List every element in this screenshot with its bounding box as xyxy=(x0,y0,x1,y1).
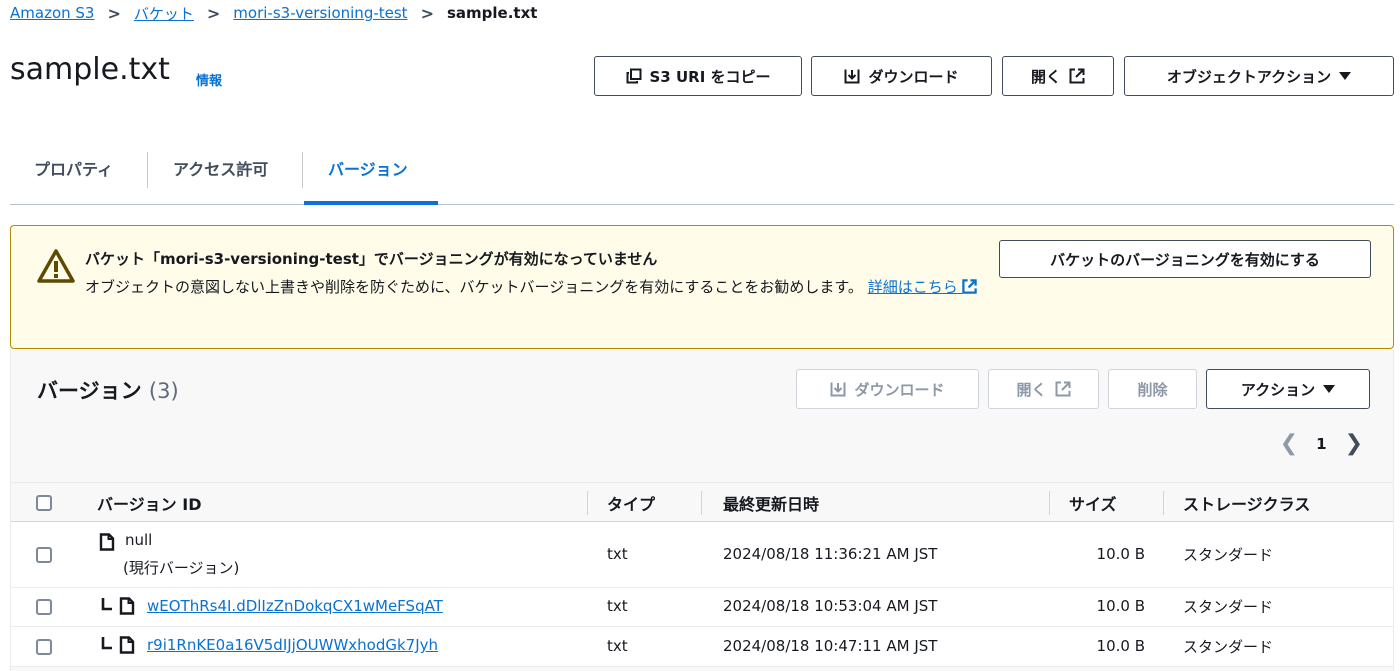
storage-class-cell: スタンダード xyxy=(1183,546,1274,564)
table-row[interactable]: null (現行バージョン) txt 2024/08/18 11:36:21 A… xyxy=(11,522,1393,588)
versions-actions-label: アクション xyxy=(1240,380,1316,399)
column-divider xyxy=(1049,491,1050,515)
column-divider xyxy=(587,491,588,515)
column-size[interactable]: サイズ xyxy=(1069,483,1117,523)
version-branch-icon xyxy=(101,598,112,611)
column-divider xyxy=(1163,491,1164,515)
breadcrumb: Amazon S3 > バケット > mori-s3-versioning-te… xyxy=(10,2,537,24)
object-actions-label: オブジェクトアクション xyxy=(1166,67,1332,86)
tab-properties[interactable]: プロパティ xyxy=(34,132,113,204)
chevron-right-icon: > xyxy=(206,3,221,23)
versions-count: (3) xyxy=(148,379,179,403)
previous-page-icon[interactable]: ❮ xyxy=(1280,431,1298,456)
active-tab-indicator xyxy=(304,201,438,205)
versions-panel: バージョン (3) ダウンロード 開く 削除 アクション ❮ 1 ❯ バージョン… xyxy=(10,349,1394,671)
alert-body: オブジェクトの意図しない上書きや削除を防ぐために、バケットバージョニングを有効に… xyxy=(85,274,985,301)
versions-title: バージョン (3) xyxy=(37,375,179,405)
type-cell: txt xyxy=(607,545,628,563)
external-link-icon xyxy=(962,279,978,294)
row-checkbox[interactable] xyxy=(36,547,52,563)
external-link-icon xyxy=(1055,381,1070,397)
size-cell: 10.0 B xyxy=(1096,597,1145,615)
info-link[interactable]: 情報 xyxy=(196,70,222,89)
download-icon xyxy=(844,69,860,84)
download-label: ダウンロード xyxy=(868,67,959,86)
download-button[interactable]: ダウンロード xyxy=(811,56,992,96)
versions-open-button[interactable]: 開く xyxy=(988,369,1099,409)
last-modified-cell: 2024/08/18 10:47:11 AM JST xyxy=(723,637,938,655)
tab-bar: プロパティ アクセス許可 バージョン xyxy=(10,132,1394,205)
file-icon xyxy=(99,533,115,551)
versioning-warning-alert: バケット「mori-s3-versioning-test」でバージョニングが有効… xyxy=(10,225,1394,349)
breadcrumb-amazon-s3[interactable]: Amazon S3 xyxy=(10,4,94,22)
storage-class-cell: スタンダード xyxy=(1183,598,1274,616)
copy-s3-uri-button[interactable]: S3 URI をコピー xyxy=(594,56,802,96)
versions-actions-button[interactable]: アクション xyxy=(1206,369,1370,409)
open-label: 開く xyxy=(1030,67,1061,86)
select-all-checkbox[interactable] xyxy=(36,495,52,511)
learn-more-label: 詳細はこちら xyxy=(867,278,958,296)
version-id-link[interactable]: r9i1RnKE0a16V5dIJjOUWWxhodGk7Jyh xyxy=(147,636,438,654)
tab-divider xyxy=(302,152,303,188)
version-branch-icon xyxy=(101,637,112,650)
tab-versions[interactable]: バージョン xyxy=(328,132,408,204)
row-checkbox[interactable] xyxy=(36,599,52,615)
page-title: sample.txt xyxy=(10,52,170,87)
versions-download-label: ダウンロード xyxy=(854,380,945,399)
download-icon xyxy=(830,382,846,397)
breadcrumb-bucket[interactable]: mori-s3-versioning-test xyxy=(233,4,407,22)
table-header: バージョン ID タイプ 最終更新日時 サイズ ストレージクラス xyxy=(11,482,1393,522)
caret-down-icon xyxy=(1323,385,1336,393)
current-page[interactable]: 1 xyxy=(1316,435,1326,453)
versions-delete-label: 削除 xyxy=(1137,380,1168,399)
learn-more-link[interactable]: 詳細はこちら xyxy=(868,278,978,296)
version-id: null xyxy=(125,531,153,549)
column-version-id[interactable]: バージョン ID xyxy=(97,483,202,523)
versions-delete-button[interactable]: 削除 xyxy=(1108,369,1197,409)
current-version-note: (現行バージョン) xyxy=(123,559,240,577)
chevron-right-icon: > xyxy=(420,3,434,23)
file-icon xyxy=(119,636,135,654)
object-actions-button[interactable]: オブジェクトアクション xyxy=(1124,56,1394,96)
breadcrumb-current: sample.txt xyxy=(446,4,538,22)
warning-icon xyxy=(37,249,75,283)
row-checkbox[interactable] xyxy=(36,639,52,655)
next-page-icon[interactable]: ❯ xyxy=(1345,431,1363,456)
column-storage-class[interactable]: ストレージクラス xyxy=(1183,483,1310,523)
chevron-right-icon: > xyxy=(107,3,121,23)
versions-table: バージョン ID タイプ 最終更新日時 サイズ ストレージクラス null (現… xyxy=(11,482,1393,667)
tab-divider xyxy=(147,152,148,188)
versions-title-label: バージョン xyxy=(37,379,142,403)
column-type[interactable]: タイプ xyxy=(607,483,655,523)
column-last-modified[interactable]: 最終更新日時 xyxy=(723,483,819,523)
versions-download-button[interactable]: ダウンロード xyxy=(796,369,979,409)
table-row[interactable]: r9i1RnKE0a16V5dIJjOUWWxhodGk7Jyh txt 202… xyxy=(11,627,1393,667)
versions-open-label: 開く xyxy=(1016,380,1047,399)
last-modified-cell: 2024/08/18 10:53:04 AM JST xyxy=(723,597,938,615)
caret-down-icon xyxy=(1339,72,1352,80)
enable-versioning-button[interactable]: バケットのバージョニングを有効にする xyxy=(999,240,1371,278)
external-link-icon xyxy=(1069,68,1085,84)
size-cell: 10.0 B xyxy=(1096,545,1145,563)
alert-message: オブジェクトの意図しない上書きや削除を防ぐために、バケットバージョニングを有効に… xyxy=(85,278,863,296)
type-cell: txt xyxy=(607,597,628,615)
storage-class-cell: スタンダード xyxy=(1183,638,1274,656)
type-cell: txt xyxy=(607,637,628,655)
file-icon xyxy=(119,597,135,615)
alert-title: バケット「mori-s3-versioning-test」でバージョニングが有効… xyxy=(85,250,658,268)
copy-icon xyxy=(626,68,641,84)
column-divider xyxy=(701,491,702,515)
table-row[interactable]: wEOThRs4I.dDlIzZnDokqCX1wMeFSqAT txt 202… xyxy=(11,588,1393,627)
last-modified-cell: 2024/08/18 11:36:21 AM JST xyxy=(723,545,938,563)
pagination: ❮ 1 ❯ xyxy=(1280,431,1363,456)
copy-s3-uri-label: S3 URI をコピー xyxy=(649,67,771,86)
open-button[interactable]: 開く xyxy=(1002,56,1114,96)
size-cell: 10.0 B xyxy=(1096,637,1145,655)
tab-permissions[interactable]: アクセス許可 xyxy=(173,132,268,204)
version-id-link[interactable]: wEOThRs4I.dDlIzZnDokqCX1wMeFSqAT xyxy=(147,597,443,615)
breadcrumb-buckets[interactable]: バケット xyxy=(134,3,194,24)
